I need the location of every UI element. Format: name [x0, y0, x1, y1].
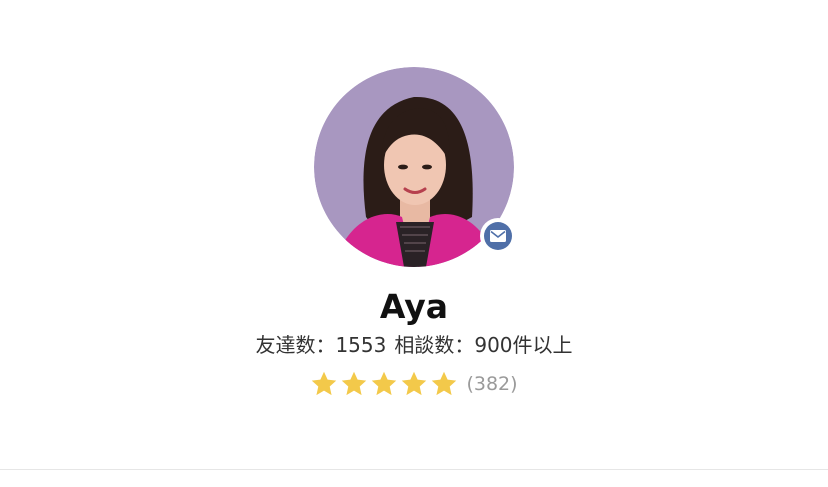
star-icon — [432, 371, 457, 396]
profile-card: Aya 友達数：1553 相談数：900件以上 (382) — [0, 0, 828, 470]
friends-label: 友達数： — [255, 333, 336, 357]
profile-stats: 友達数：1553 相談数：900件以上 — [0, 331, 828, 359]
star-icon — [342, 371, 367, 396]
star-icon — [372, 371, 397, 396]
consult-label: 相談数： — [394, 333, 475, 357]
star-icon — [402, 371, 427, 396]
avatar-container — [314, 67, 516, 267]
star-rating — [310, 370, 458, 398]
profile-name: Aya — [379, 287, 449, 326]
consult-count: 900件以上 — [474, 333, 573, 357]
divider — [0, 469, 828, 470]
star-icon — [312, 371, 337, 396]
mail-icon — [484, 222, 512, 250]
review-count: (382) — [466, 373, 518, 395]
message-badge[interactable] — [480, 218, 516, 254]
friends-count: 1553 — [335, 333, 387, 357]
rating[interactable]: (382) — [0, 370, 828, 398]
profile-page: Aya 友達数：1553 相談数：900件以上 (382) — [0, 0, 828, 487]
